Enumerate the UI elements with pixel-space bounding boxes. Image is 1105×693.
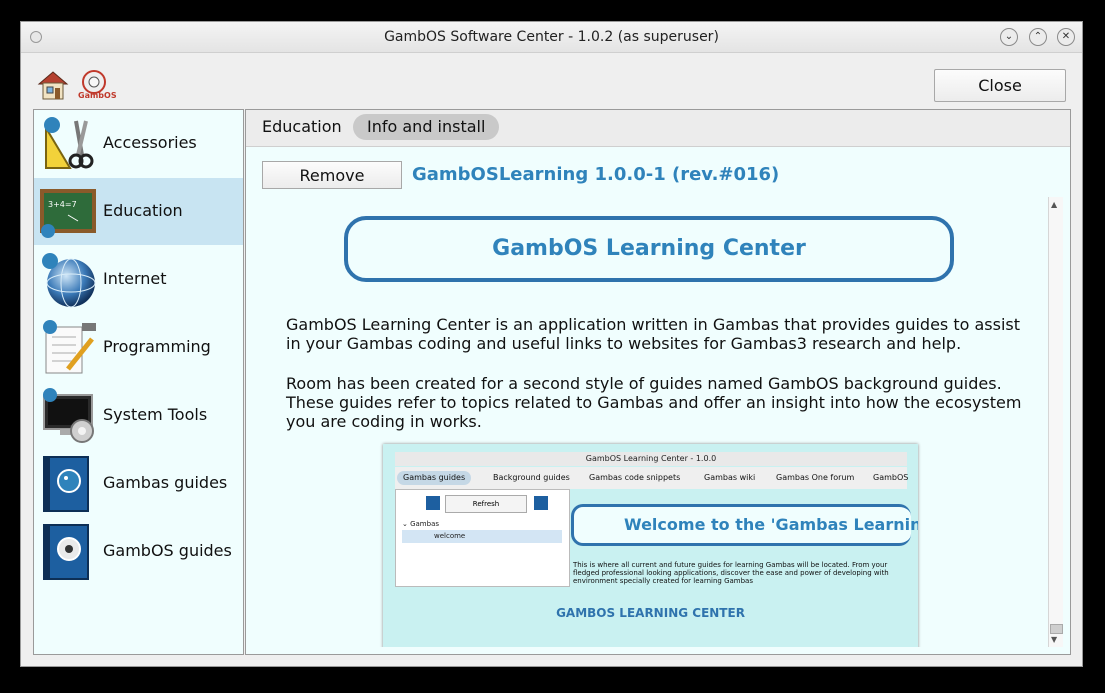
description-paragraph-1: GambOS Learning Center is an application… — [286, 315, 1021, 353]
screenshot-tab: GambOS — [873, 473, 909, 482]
remove-button[interactable]: Remove — [262, 161, 402, 189]
app-window: GambOS Software Center - 1.0.2 (as super… — [20, 21, 1083, 667]
package-title: GambOSLearning 1.0.0-1 (rev.#016) — [408, 160, 1054, 190]
minimize-button[interactable]: ⌄ — [1000, 28, 1018, 46]
sidebar-item-label: Gambas guides — [103, 473, 228, 492]
screenshot-welcome-heading: Welcome to the 'Gambas Learning — [571, 504, 918, 546]
screenshot-caption: GAMBOS LEARNING CENTER — [556, 606, 745, 620]
sidebar-item-internet[interactable]: Internet — [34, 246, 243, 313]
gambos-logo-icon[interactable]: GambOS — [77, 68, 117, 102]
description-paragraph-2: Room has been created for a second style… — [286, 374, 1022, 431]
sidebar-item-label: Accessories — [103, 133, 197, 152]
screenshot-tab: Background guides — [493, 473, 570, 482]
sidebar-item-programming[interactable]: Programming — [34, 314, 243, 381]
screenshot-tab-bar: Gambas guides Background guides Gambas c… — [395, 467, 908, 489]
sidebar-item-label: Education — [103, 201, 183, 220]
app-screenshot: GambOS Learning Center - 1.0.0 Gambas gu… — [383, 444, 918, 647]
screenshot-body-line: fledged professional looking application… — [573, 569, 889, 577]
screenshot-refresh-button: Refresh — [445, 495, 527, 513]
tab-info-and-install[interactable]: Info and install — [353, 114, 500, 140]
screenshot-tab: Gambas guides — [397, 471, 472, 485]
sidebar-item-gambas-guides[interactable]: Gambas guides — [34, 450, 243, 517]
gambos-logo-text: GambOS — [78, 91, 117, 100]
screenshot-body-line: environment specially created for learni… — [573, 577, 753, 585]
system-tools-icon — [43, 388, 94, 443]
sidebar-item-gambos-guides[interactable]: GambOS guides — [34, 518, 243, 585]
screenshot-body-line: This is where all current and future gui… — [573, 561, 888, 569]
sidebar-item-education[interactable]: 3+4=7 Education — [34, 178, 243, 245]
maximize-button[interactable]: ⌃ — [1029, 28, 1047, 46]
tab-education[interactable]: Education — [248, 114, 356, 140]
window-title: GambOS Software Center - 1.0.2 (as super… — [384, 29, 719, 45]
screenshot-tree-panel: Refresh ⌄ Gambas welcome — [395, 489, 570, 587]
scroll-down-icon[interactable]: ▼ — [1051, 635, 1057, 644]
title-bar[interactable]: GambOS Software Center - 1.0.2 (as super… — [21, 22, 1082, 53]
gambos-book-icon — [534, 496, 548, 510]
tab-bar: Education Info and install — [246, 110, 1070, 147]
svg-text:3+4=7: 3+4=7 — [48, 200, 77, 209]
scroll-up-icon[interactable]: ▲ — [1051, 200, 1057, 209]
home-icon[interactable] — [36, 68, 70, 102]
banner-title: GambOS Learning Center — [344, 216, 954, 282]
screenshot-tab: Gambas code snippets — [589, 473, 681, 482]
tree-root-label: Gambas — [410, 520, 440, 528]
close-button[interactable]: Close — [934, 69, 1066, 102]
sidebar-item-label: Internet — [103, 269, 167, 288]
screenshot-tree-item: welcome — [402, 530, 562, 543]
screenshot-tree-root: ⌄ Gambas — [402, 520, 440, 528]
gambas-book-icon — [426, 496, 440, 510]
category-sidebar: Accessories 3+4=7 Education Internet Pro… — [33, 109, 244, 655]
sidebar-item-label: Programming — [103, 337, 211, 356]
gambas-guides-icon — [43, 456, 89, 512]
internet-icon — [42, 253, 96, 308]
programming-icon — [43, 320, 96, 374]
window-close-button[interactable]: ✕ — [1057, 28, 1075, 46]
screenshot-tab: Gambas One forum — [776, 473, 855, 482]
scroll-thumb[interactable] — [1050, 624, 1063, 634]
screenshot-body-text: This is where all current and future gui… — [573, 561, 908, 585]
gambos-guides-icon — [43, 524, 89, 580]
vertical-scrollbar[interactable]: ▲ ▼ — [1048, 197, 1063, 647]
education-icon: 3+4=7 — [40, 189, 96, 238]
package-description: GambOS Learning Center GambOS Learning C… — [254, 197, 1047, 647]
accessories-icon — [44, 117, 94, 169]
sidebar-item-label: GambOS guides — [103, 541, 232, 560]
sidebar-item-system-tools[interactable]: System Tools — [34, 382, 243, 449]
screenshot-window-title: GambOS Learning Center - 1.0.0 — [395, 452, 907, 466]
sidebar-item-accessories[interactable]: Accessories — [34, 110, 243, 177]
main-panel: Education Info and install Remove GambOS… — [245, 109, 1071, 655]
screenshot-tab: Gambas wiki — [704, 473, 756, 482]
sidebar-item-label: System Tools — [103, 405, 208, 424]
